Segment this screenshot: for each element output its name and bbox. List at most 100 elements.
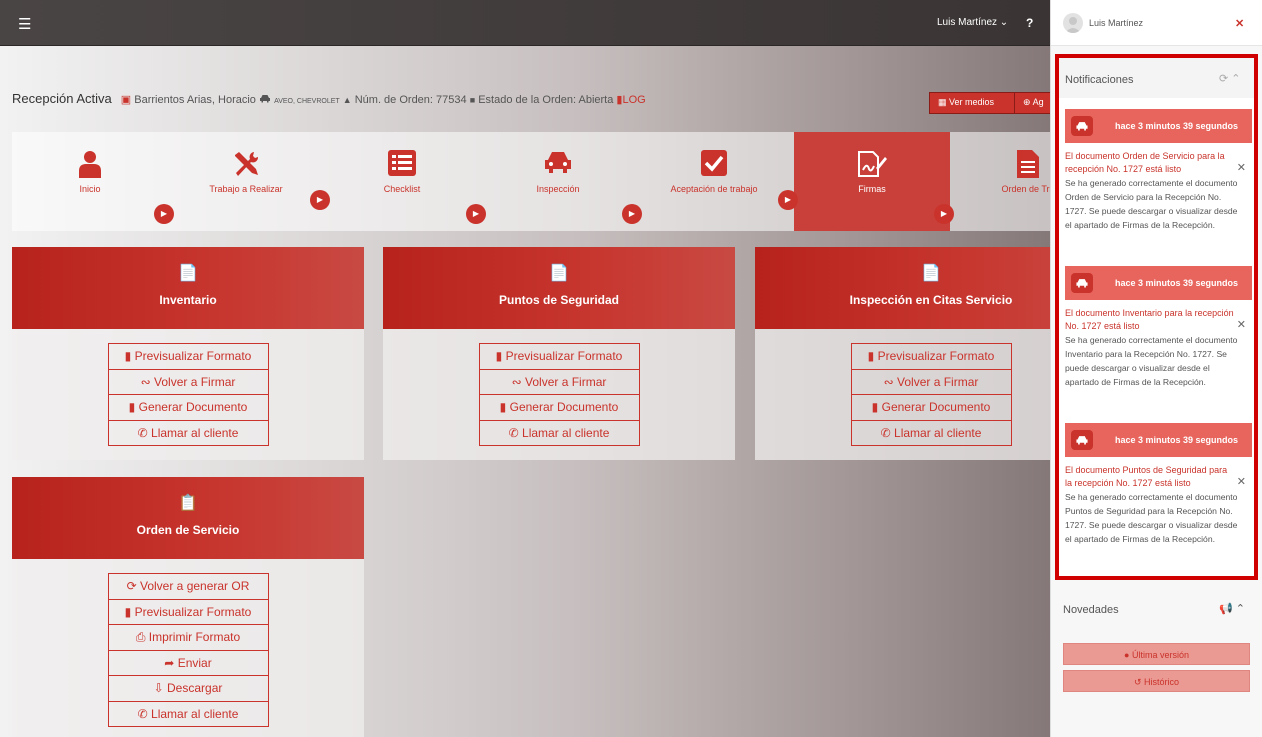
card-inventario: 📄 Inventario ▮ Previsualizar Formato ∾ V… <box>12 247 364 460</box>
car-icon <box>1071 116 1093 136</box>
notification-item: hace 3 minutos 39 segundos El documento … <box>1065 109 1252 232</box>
phone-icon: ✆ <box>137 425 148 440</box>
signature-icon <box>858 151 887 177</box>
lightbulb-icon: ● <box>1124 650 1130 660</box>
file-download-icon: ⇩ <box>153 681 164 695</box>
file-icon: ▮ <box>499 400 507 414</box>
phone-icon: ✆ <box>137 706 148 721</box>
printer-icon: ⎙ <box>135 630 146 644</box>
file-icon: ▮ <box>867 349 875 363</box>
imprimir-formato-button[interactable]: ⎙ Imprimir Formato <box>107 624 269 651</box>
notification-time: hace 3 minutos 39 segundos <box>1115 278 1239 288</box>
megaphone-icon: 📢 <box>1219 603 1233 615</box>
notification-body: Se ha generado correctamente el document… <box>1065 178 1238 230</box>
car-icon <box>1071 430 1093 450</box>
document-icon: 📄 <box>178 265 198 282</box>
page-header: Recepción Activa ▣ Barrientos Arias, Hor… <box>12 91 1050 109</box>
notification-item: hace 3 minutos 39 segundos El documento … <box>1065 423 1252 546</box>
notification-heading[interactable]: El documento Puntos de Seguridad para la… <box>1065 464 1252 490</box>
avatar <box>1063 13 1083 33</box>
refresh-icon: ⟳ <box>126 579 137 593</box>
notification-item: hace 3 minutos 39 segundos El documento … <box>1065 266 1252 389</box>
card-title: Orden de Servicio <box>136 523 240 537</box>
step-arrow-5[interactable]: ▶ <box>778 190 798 210</box>
phone-icon: ✆ <box>880 425 891 440</box>
previsualizar-formato-button[interactable]: ▮ Previsualizar Formato <box>850 343 1012 370</box>
car-icon <box>545 152 571 173</box>
step-orden[interactable]: Orden de Tra <box>950 132 1050 231</box>
card-orden-servicio: 📋 Orden de Servicio ⟳ Volver a generar O… <box>12 477 364 737</box>
refresh-icon[interactable]: ⟳ <box>1219 73 1228 85</box>
phone-icon: ✆ <box>508 425 519 440</box>
history-icon: ↺ <box>1133 677 1142 687</box>
previsualizar-formato-button[interactable]: ▮ Previsualizar Formato <box>107 598 269 625</box>
notification-heading[interactable]: El documento Inventario para la recepció… <box>1065 307 1252 333</box>
llamar-cliente-button[interactable]: ✆ Llamar al cliente <box>107 700 269 727</box>
step-arrow-3[interactable]: ▶ <box>466 204 486 224</box>
id-card-icon: ▣ <box>120 94 132 106</box>
volver-generar-or-button[interactable]: ⟳ Volver a generar OR <box>107 573 269 600</box>
document-icon: 📄 <box>921 265 941 282</box>
log-link[interactable]: ▮LOG <box>616 94 645 106</box>
panel-user-name: Luis Martínez <box>1089 18 1144 28</box>
card-title: Inspección en Citas Servicio <box>849 293 1013 307</box>
notifications-section: Notificaciones ⟳ ⌃ hace 3 minutos 39 seg… <box>1055 54 1258 580</box>
generar-documento-button[interactable]: ▮ Generar Documento <box>850 394 1012 421</box>
step-inspeccion[interactable]: Inspección <box>480 132 636 231</box>
user-icon <box>79 151 101 178</box>
notification-time: hace 3 minutos 39 segundos <box>1115 435 1239 445</box>
step-arrow-4[interactable]: ▶ <box>622 204 642 224</box>
generar-documento-button[interactable]: ▮ Generar Documento <box>478 394 640 421</box>
close-icon[interactable]: ✕ <box>1237 318 1246 331</box>
hamburger-icon[interactable]: ☰ <box>18 15 31 33</box>
main-area: ☰ Luis Martínez ⌄ ? Recepción Activa ▣ B… <box>0 0 1050 737</box>
historico-button[interactable]: ↺ Histórico <box>1063 670 1250 692</box>
tools-icon <box>235 152 259 176</box>
file-icon: ▮ <box>124 604 132 619</box>
volver-a-firmar-button[interactable]: ∾ Volver a Firmar <box>850 368 1012 395</box>
previsualizar-formato-button[interactable]: ▮ Previsualizar Formato <box>107 343 269 370</box>
notification-heading[interactable]: El documento Orden de Servicio para la r… <box>1065 150 1252 176</box>
page-title: Recepción Activa <box>12 91 112 106</box>
help-button[interactable]: ? <box>1026 16 1033 30</box>
volver-a-firmar-button[interactable]: ∾ Volver a Firmar <box>478 368 640 395</box>
step-trabajo[interactable]: Trabajo a Realizar <box>168 132 324 231</box>
close-icon[interactable]: ✕ <box>1237 161 1246 174</box>
llamar-cliente-button[interactable]: ✆ Llamar al cliente <box>850 419 1012 446</box>
ultima-version-button[interactable]: ● Última versión <box>1063 643 1250 665</box>
step-arrow-1[interactable]: ▶ <box>154 204 174 224</box>
step-firmas[interactable]: Firmas <box>794 132 950 231</box>
step-inicio[interactable]: Inicio <box>12 132 168 231</box>
descargar-button[interactable]: ⇩ Descargar <box>107 675 269 702</box>
step-aceptacion[interactable]: Aceptación de trabajo <box>636 132 792 231</box>
card-inspeccion-citas: 📄 Inspección en Citas Servicio ▮ Previsu… <box>755 247 1050 460</box>
close-icon[interactable]: ✕ <box>1235 17 1244 30</box>
notification-body: Se ha generado correctamente el document… <box>1065 335 1238 387</box>
enviar-button[interactable]: ➦ Enviar <box>107 649 269 676</box>
document-icon <box>1017 150 1039 178</box>
chevron-up-icon[interactable]: ⌃ <box>1236 603 1245 615</box>
navbar-user-menu[interactable]: Luis Martínez ⌄ <box>937 17 1008 28</box>
llamar-cliente-button[interactable]: ✆ Llamar al cliente <box>478 419 640 446</box>
ver-medios-button[interactable]: ▦ Ver medios <box>929 92 1015 114</box>
signature-icon: ∾ <box>883 374 894 389</box>
novedades-title: Novedades <box>1063 604 1119 616</box>
car-icon <box>260 95 270 103</box>
close-icon[interactable]: ✕ <box>1237 475 1246 488</box>
notification-body: Se ha generado correctamente el document… <box>1065 492 1238 544</box>
checklist-icon <box>388 150 416 176</box>
chevron-up-icon[interactable]: ⌃ <box>1231 73 1240 85</box>
step-checklist[interactable]: Checklist <box>324 132 480 231</box>
generar-documento-button[interactable]: ▮ Generar Documento <box>107 394 269 421</box>
llamar-cliente-button[interactable]: ✆ Llamar al cliente <box>107 419 269 446</box>
status-value: Abierta <box>578 94 614 106</box>
step-arrow-2[interactable]: ▶ <box>310 190 330 210</box>
notifications-sidebar: Luis Martínez ✕ Notificaciones ⟳ ⌃ hace … <box>1050 0 1262 737</box>
signature-icon: ∾ <box>140 374 151 389</box>
volver-a-firmar-button[interactable]: ∾ Volver a Firmar <box>107 368 269 395</box>
previsualizar-formato-button[interactable]: ▮ Previsualizar Formato <box>478 343 640 370</box>
agregar-button[interactable]: ⊕ Ag <box>1014 92 1050 114</box>
document-list-icon: 📋 <box>178 495 198 512</box>
step-arrow-6[interactable]: ▶ <box>934 204 954 224</box>
novedades-section: Novedades 📢 ⌃ <box>1051 592 1262 628</box>
